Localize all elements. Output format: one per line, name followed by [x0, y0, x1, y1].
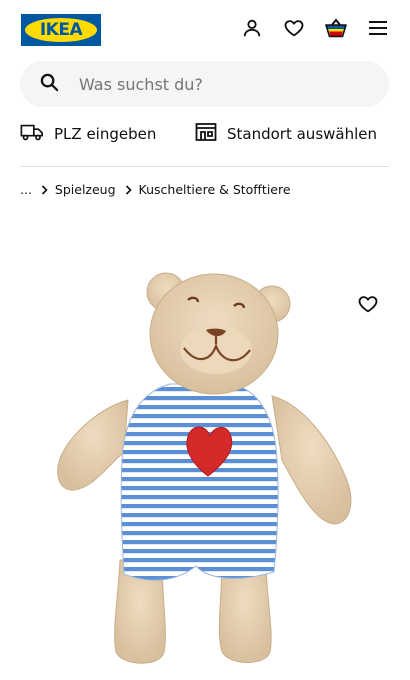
search-input[interactable]	[79, 74, 349, 94]
divider	[20, 166, 389, 167]
breadcrumb-spielzeug[interactable]: Spielzeug	[55, 182, 116, 197]
breadcrumb-kuscheltiere[interactable]: Kuscheltiere & Stofftiere	[139, 182, 291, 197]
plz-button[interactable]: PLZ eingeben	[20, 122, 156, 146]
search-icon	[40, 73, 59, 96]
plz-label: PLZ eingeben	[54, 125, 157, 143]
delivery-row: PLZ eingeben Standort auswählen	[20, 122, 389, 150]
ikea-logo[interactable]: IKEA	[21, 14, 101, 46]
store-label: Standort auswählen	[227, 125, 377, 143]
chevron-right-icon	[41, 184, 48, 195]
breadcrumb-ellipsis[interactable]: ...	[20, 182, 32, 197]
user-icon[interactable]	[238, 14, 266, 42]
heart-icon[interactable]	[280, 14, 308, 42]
favorite-heart-icon[interactable]	[354, 290, 382, 318]
logo-oval: IKEA	[25, 18, 97, 42]
basket-icon[interactable]	[322, 14, 350, 42]
store-icon	[195, 122, 217, 146]
truck-icon	[20, 122, 44, 146]
product-image[interactable]	[0, 220, 410, 680]
breadcrumb: ... Spielzeug Kuscheltiere & Stofftiere	[20, 182, 291, 197]
store-select-button[interactable]: Standort auswählen	[195, 122, 377, 146]
search-bar[interactable]	[20, 61, 389, 107]
header: IKEA	[0, 0, 410, 60]
logo-text: IKEA	[39, 20, 83, 40]
teddy-bear-image	[57, 272, 352, 664]
chevron-right-icon	[125, 184, 132, 195]
menu-icon[interactable]	[364, 14, 392, 42]
